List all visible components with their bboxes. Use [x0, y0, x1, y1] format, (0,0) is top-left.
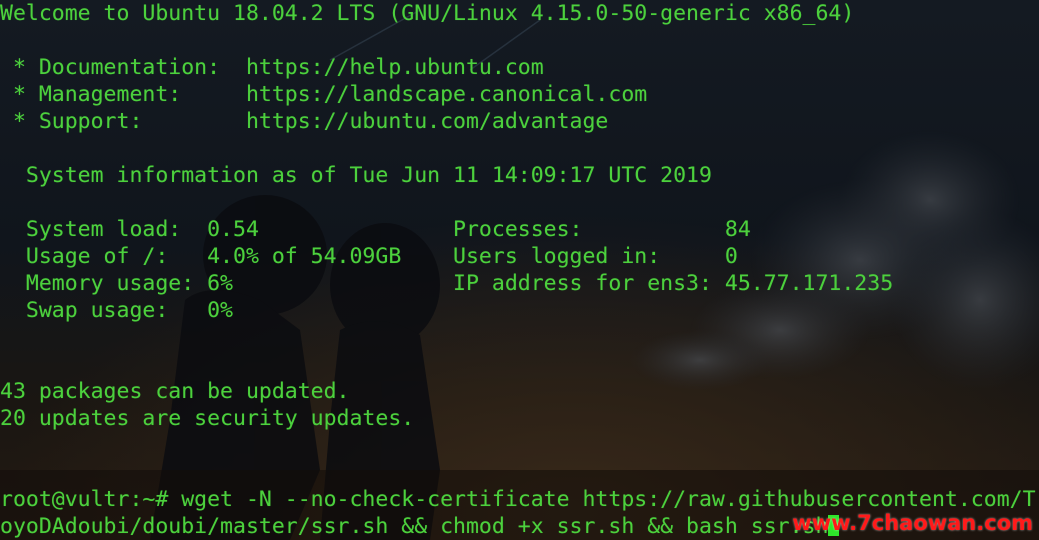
terminal-line-system-load: System load: 0.54 Processes: 84: [0, 217, 751, 242]
site-watermark: www.7chaowan.com: [792, 511, 1033, 535]
terminal-line-swap: Swap usage: 0%: [0, 298, 233, 323]
terminal-line-security: 20 updates are security updates.: [0, 406, 415, 431]
terminal-line-support: * Support: https://ubuntu.com/advantage: [0, 109, 609, 134]
terminal-output[interactable]: Welcome to Ubuntu 18.04.2 LTS (GNU/Linux…: [0, 0, 1039, 540]
terminal-line-usage: Usage of /: 4.0% of 54.09GB Users logged…: [0, 244, 738, 269]
terminal-line-packages: 43 packages can be updated.: [0, 379, 350, 404]
terminal-line-memory: Memory usage: 6% IP address for ens3: 45…: [0, 271, 894, 296]
terminal-command-line-2[interactable]: oyoDAdoubi/doubi/master/ssr.sh && chmod …: [0, 513, 840, 540]
terminal-command-text: oyoDAdoubi/doubi/master/ssr.sh && chmod …: [0, 514, 829, 539]
terminal-command-line-1: root@vultr:~# wget -N --no-check-certifi…: [0, 487, 1036, 512]
terminal-line-management: * Management: https://landscape.canonica…: [0, 82, 648, 107]
terminal-line-sysinfo-header: System information as of Tue Jun 11 14:0…: [0, 163, 712, 188]
terminal-line-documentation: * Documentation: https://help.ubuntu.com: [0, 55, 544, 80]
terminal-line-welcome: Welcome to Ubuntu 18.04.2 LTS (GNU/Linux…: [0, 1, 855, 26]
